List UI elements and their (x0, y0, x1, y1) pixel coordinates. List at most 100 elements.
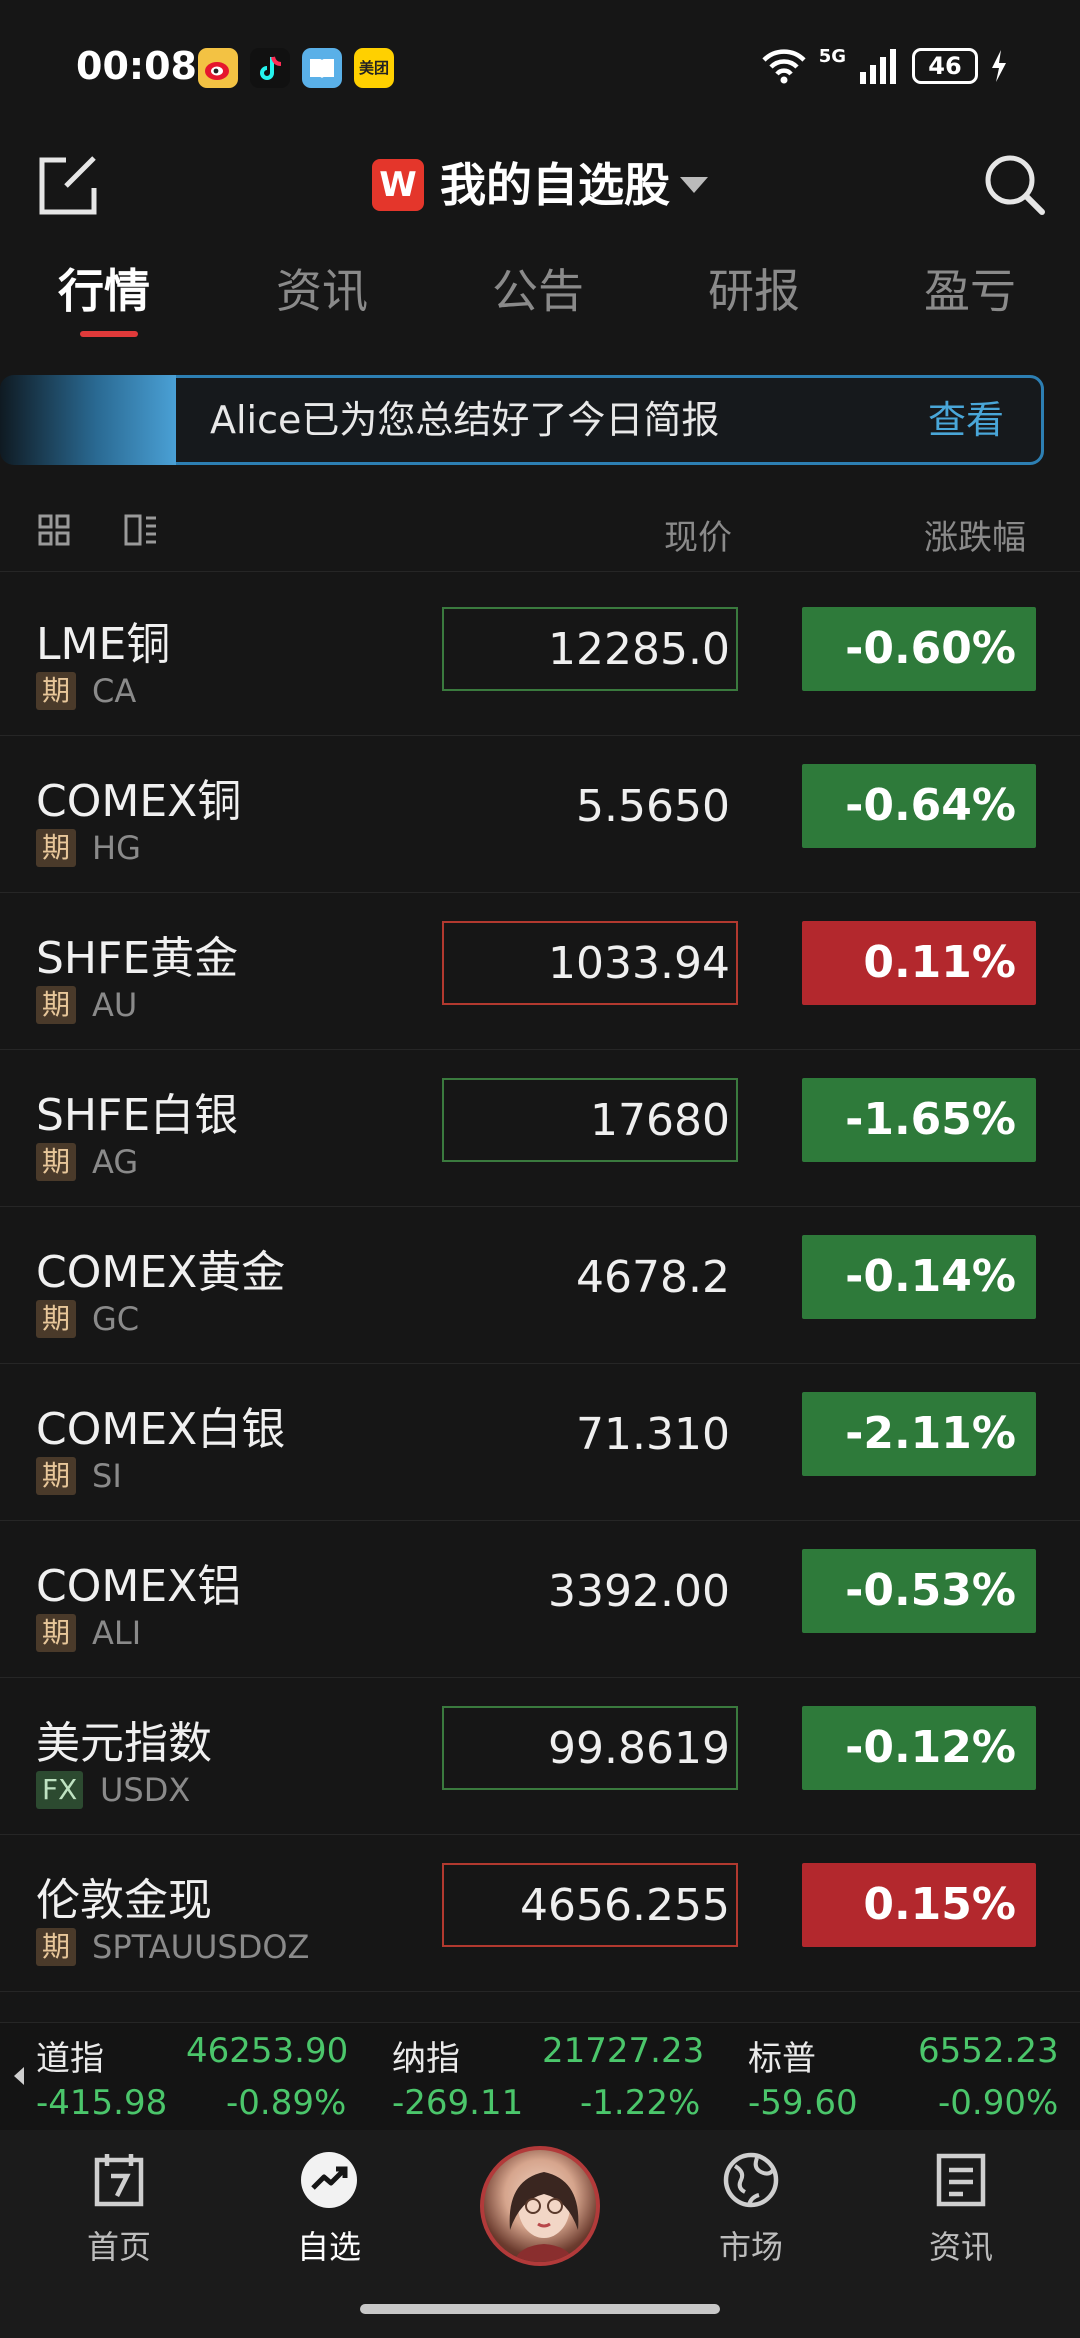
nav-market[interactable]: 市场 (676, 2150, 826, 2268)
change-badge[interactable]: 0.15% (802, 1863, 1036, 1947)
index-change-pct: -0.90% (938, 2083, 1059, 2123)
instrument-type-badge: 期 (36, 1928, 77, 1966)
watchlist-row[interactable]: 伦敦金现 期 SPTAUUSDOZ 4656.255 0.15% (0, 1836, 1080, 1992)
index-change: -269.11 (392, 2083, 524, 2123)
status-time: 00:08 (76, 44, 197, 88)
index-value: 46253.90 (186, 2031, 349, 2071)
index-name: 道指 (36, 2039, 104, 2079)
calendar-icon (94, 2154, 144, 2207)
book-icon (302, 48, 342, 88)
watchlist-row[interactable]: 美元指数 FX USDX 99.8619 -0.12% (0, 1679, 1080, 1835)
instrument-type-badge: FX (36, 1771, 84, 1809)
page-title: 我的自选股 (440, 158, 670, 212)
nav-home-label: 首页 (86, 2228, 151, 2266)
top-header: W 我的自选股 (0, 140, 1080, 250)
index-change-pct: -0.89% (226, 2083, 347, 2123)
index-name: 纳指 (392, 2039, 460, 2079)
instrument-name: LME铜 (36, 619, 171, 670)
tab-pnl[interactable]: 盈亏 (924, 255, 1016, 321)
change-badge[interactable]: -0.64% (802, 764, 1036, 848)
instrument-name: SHFE黄金 (36, 933, 239, 984)
instrument-type-badge: 期 (36, 672, 77, 710)
tab-news[interactable]: 资讯 (276, 255, 368, 321)
change-badge[interactable]: 0.11% (802, 921, 1036, 1005)
change-badge[interactable]: -0.12% (802, 1706, 1036, 1790)
index-change-pct: -1.22% (580, 2083, 701, 2123)
instrument-type-badge: 期 (36, 1614, 77, 1652)
watchlist-row[interactable]: COMEX白银 期 SI 71.310 -2.11% (0, 1365, 1080, 1521)
weibo-icon (198, 48, 238, 88)
nav-news-label: 资讯 (928, 2228, 993, 2266)
instrument-price: 99.8619 (442, 1706, 738, 1790)
battery-level: 46 (928, 52, 962, 80)
douyin-icon (250, 48, 290, 88)
index-ticker[interactable]: 道指 46253.90 -415.98 -0.89% 纳指 21727.23 -… (0, 2022, 1080, 2130)
tab-announcements[interactable]: 公告 (492, 255, 584, 321)
instrument-code: AG (92, 1143, 139, 1181)
instrument-code: SI (92, 1457, 122, 1495)
network-type: 5G (818, 45, 846, 67)
nav-news[interactable]: 资讯 (886, 2150, 1036, 2268)
index-change: -415.98 (36, 2083, 168, 2123)
banner-text: Alice已为您总结好了今日简报 (210, 398, 720, 442)
instrument-price: 4656.255 (442, 1863, 738, 1947)
instrument-name: SHFE白银 (36, 1090, 239, 1141)
tab-bar: 行情 资讯 公告 研报 盈亏 (0, 255, 1080, 345)
instrument-type-badge: 期 (36, 986, 77, 1024)
instrument-name: COMEX铝 (36, 1561, 242, 1612)
wifi-icon (762, 49, 806, 84)
signal-icon (860, 49, 896, 84)
tab-quotes[interactable]: 行情 (58, 255, 150, 321)
grid-view-icon[interactable] (38, 514, 70, 546)
watchlist-row[interactable]: COMEX黄金 期 GC 4678.2 -0.14% (0, 1208, 1080, 1364)
instrument-type-badge: 期 (36, 1457, 77, 1495)
assistant-portrait-icon (509, 2172, 579, 2262)
nav-watchlist-label: 自选 (296, 2228, 361, 2266)
watchlist-row[interactable]: SHFE黄金 期 AU 1033.94 0.11% (0, 894, 1080, 1050)
home-indicator[interactable] (360, 2304, 720, 2314)
instrument-code: SPTAUUSDOZ (92, 1928, 310, 1966)
instrument-type-badge: 期 (36, 1143, 77, 1181)
meituan-icon: 美团 (354, 48, 394, 88)
banner-view-link[interactable]: 查看 (928, 375, 1004, 465)
chevron-left-icon[interactable] (12, 2065, 26, 2087)
change-badge[interactable]: -0.60% (802, 607, 1036, 691)
instrument-price: 4678.2 (576, 1252, 730, 1303)
instrument-type-badge: 期 (36, 1300, 77, 1338)
change-badge[interactable]: -0.14% (802, 1235, 1036, 1319)
instrument-price: 3392.00 (548, 1566, 730, 1617)
charging-icon (992, 50, 1006, 82)
watchlist-row[interactable]: COMEX铜 期 HG 5.5650 -0.64% (0, 737, 1080, 893)
nav-home[interactable]: 首页 (44, 2150, 194, 2268)
globe-icon (723, 2152, 779, 2208)
price-column-header[interactable]: 现价 (664, 510, 732, 559)
trend-icon (301, 2152, 357, 2208)
change-badge[interactable]: -0.53% (802, 1549, 1036, 1633)
change-badge[interactable]: -1.65% (802, 1078, 1036, 1162)
nav-market-label: 市场 (718, 2228, 783, 2266)
index-value: 6552.23 (918, 2031, 1059, 2071)
instrument-name: COMEX黄金 (36, 1247, 286, 1298)
change-badge[interactable]: -2.11% (802, 1392, 1036, 1476)
instrument-name: 美元指数 (36, 1718, 212, 1769)
instrument-code: USDX (100, 1771, 191, 1809)
watchlist-row[interactable]: LME铜 期 CA 12285.0 -0.60% (0, 580, 1080, 736)
assistant-avatar[interactable] (480, 2146, 600, 2266)
watchlist-row[interactable]: COMEX铝 期 ALI 3392.00 -0.53% (0, 1522, 1080, 1678)
briefing-banner[interactable]: Alice已为您总结好了今日简报 查看 (0, 375, 1044, 465)
change-column-header[interactable]: 涨跌幅 (924, 510, 1026, 559)
layout-toggle-icon[interactable] (124, 514, 158, 546)
chevron-down-icon (680, 176, 708, 193)
instrument-name: COMEX白银 (36, 1404, 286, 1455)
nav-watchlist[interactable]: 自选 (254, 2150, 404, 2268)
search-icon[interactable] (982, 152, 1046, 218)
instrument-code: GC (92, 1300, 140, 1338)
watchlist-row[interactable]: SHFE白银 期 AG 17680 -1.65% (0, 1051, 1080, 1207)
instrument-price: 12285.0 (442, 607, 738, 691)
instrument-type-badge: 期 (36, 829, 77, 867)
tab-research[interactable]: 研报 (708, 255, 800, 321)
instrument-price: 71.310 (576, 1409, 730, 1460)
instrument-name: COMEX铜 (36, 776, 242, 827)
banner-glow-graphic (0, 375, 176, 465)
watchlist-selector[interactable]: W 我的自选股 (0, 140, 1080, 230)
